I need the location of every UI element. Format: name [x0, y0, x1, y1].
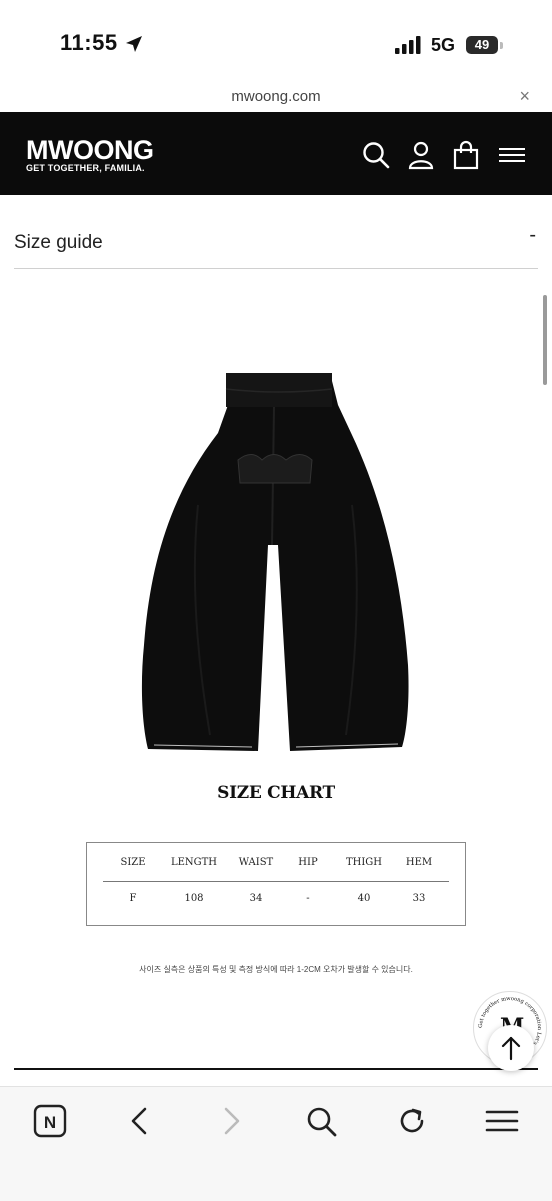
signal-icon	[395, 36, 421, 54]
size-chart-title: SIZE CHART	[217, 783, 335, 803]
size-guide-toggle[interactable]: Size guide -	[14, 218, 538, 269]
scrollbar[interactable]	[543, 295, 547, 385]
scroll-top-button[interactable]	[488, 1025, 534, 1071]
battery-level: 49	[474, 37, 490, 52]
section-divider	[14, 1068, 538, 1070]
cell-length: 108	[184, 893, 204, 904]
menu-icon[interactable]	[497, 140, 527, 170]
network-type: 5G	[431, 35, 456, 55]
home-label: N	[44, 1113, 56, 1132]
logo-tagline: GET TOGETHER, FAMILIA.	[26, 163, 145, 173]
browser-toolbar: N	[0, 1086, 552, 1201]
url-text[interactable]: mwoong.com	[0, 88, 552, 105]
battery-icon: 49	[466, 36, 498, 54]
forward-icon	[224, 1107, 240, 1135]
col-size: SIZE	[120, 857, 146, 868]
status-bar: 11:55 5G 49	[0, 0, 552, 82]
collapse-icon[interactable]: -	[529, 224, 536, 247]
logo-text: MWOONG	[26, 135, 154, 165]
naver-home-icon: N	[33, 1104, 67, 1138]
site-logo[interactable]: MWOONG GET TOGETHER, FAMILIA.	[26, 135, 154, 174]
battery-cap	[500, 42, 503, 49]
size-table: SIZE LENGTH WAIST HIP THIGH HEM F 108 34…	[86, 842, 466, 926]
search-icon	[307, 1107, 337, 1137]
cell-hem: 33	[412, 893, 426, 904]
url-bar[interactable]: mwoong.com ×	[0, 82, 552, 112]
home-button[interactable]: N	[32, 1103, 68, 1139]
col-waist: WAIST	[238, 857, 274, 868]
user-icon[interactable]	[406, 140, 436, 170]
close-icon[interactable]: ×	[519, 86, 530, 107]
size-guide-label: Size guide	[14, 232, 103, 253]
back-icon	[131, 1107, 147, 1135]
measurement-note: 사이즈 실측은 상품의 특성 및 측정 방식에 따라 1-2CM 오차가 발생할…	[139, 965, 413, 974]
reload-icon	[400, 1108, 424, 1133]
bag-icon[interactable]	[451, 140, 481, 170]
reload-button[interactable]	[394, 1103, 430, 1139]
forward-button[interactable]	[213, 1103, 249, 1139]
site-header: MWOONG GET TOGETHER, FAMILIA.	[0, 112, 552, 195]
back-button[interactable]	[122, 1103, 158, 1139]
product-image	[141, 373, 409, 751]
menu-button[interactable]	[484, 1103, 520, 1139]
col-hem: HEM	[405, 857, 433, 868]
arrow-up-icon	[501, 1036, 521, 1061]
search-button[interactable]	[303, 1103, 339, 1139]
cell-hip: -	[306, 893, 310, 904]
search-icon[interactable]	[361, 140, 391, 170]
cell-waist: 34	[249, 893, 263, 904]
col-length: LENGTH	[170, 857, 218, 868]
col-hip: HIP	[298, 857, 318, 868]
cell-size: F	[129, 893, 137, 904]
cell-thigh: 40	[357, 893, 371, 904]
col-thigh: THIGH	[345, 857, 383, 868]
location-arrow-icon	[126, 36, 142, 52]
status-time: 11:55	[60, 30, 118, 55]
table-row: F 108 34 - 40 33	[103, 893, 449, 913]
table-header: SIZE LENGTH WAIST HIP THIGH HEM	[103, 857, 449, 882]
menu-icon	[485, 1110, 519, 1132]
